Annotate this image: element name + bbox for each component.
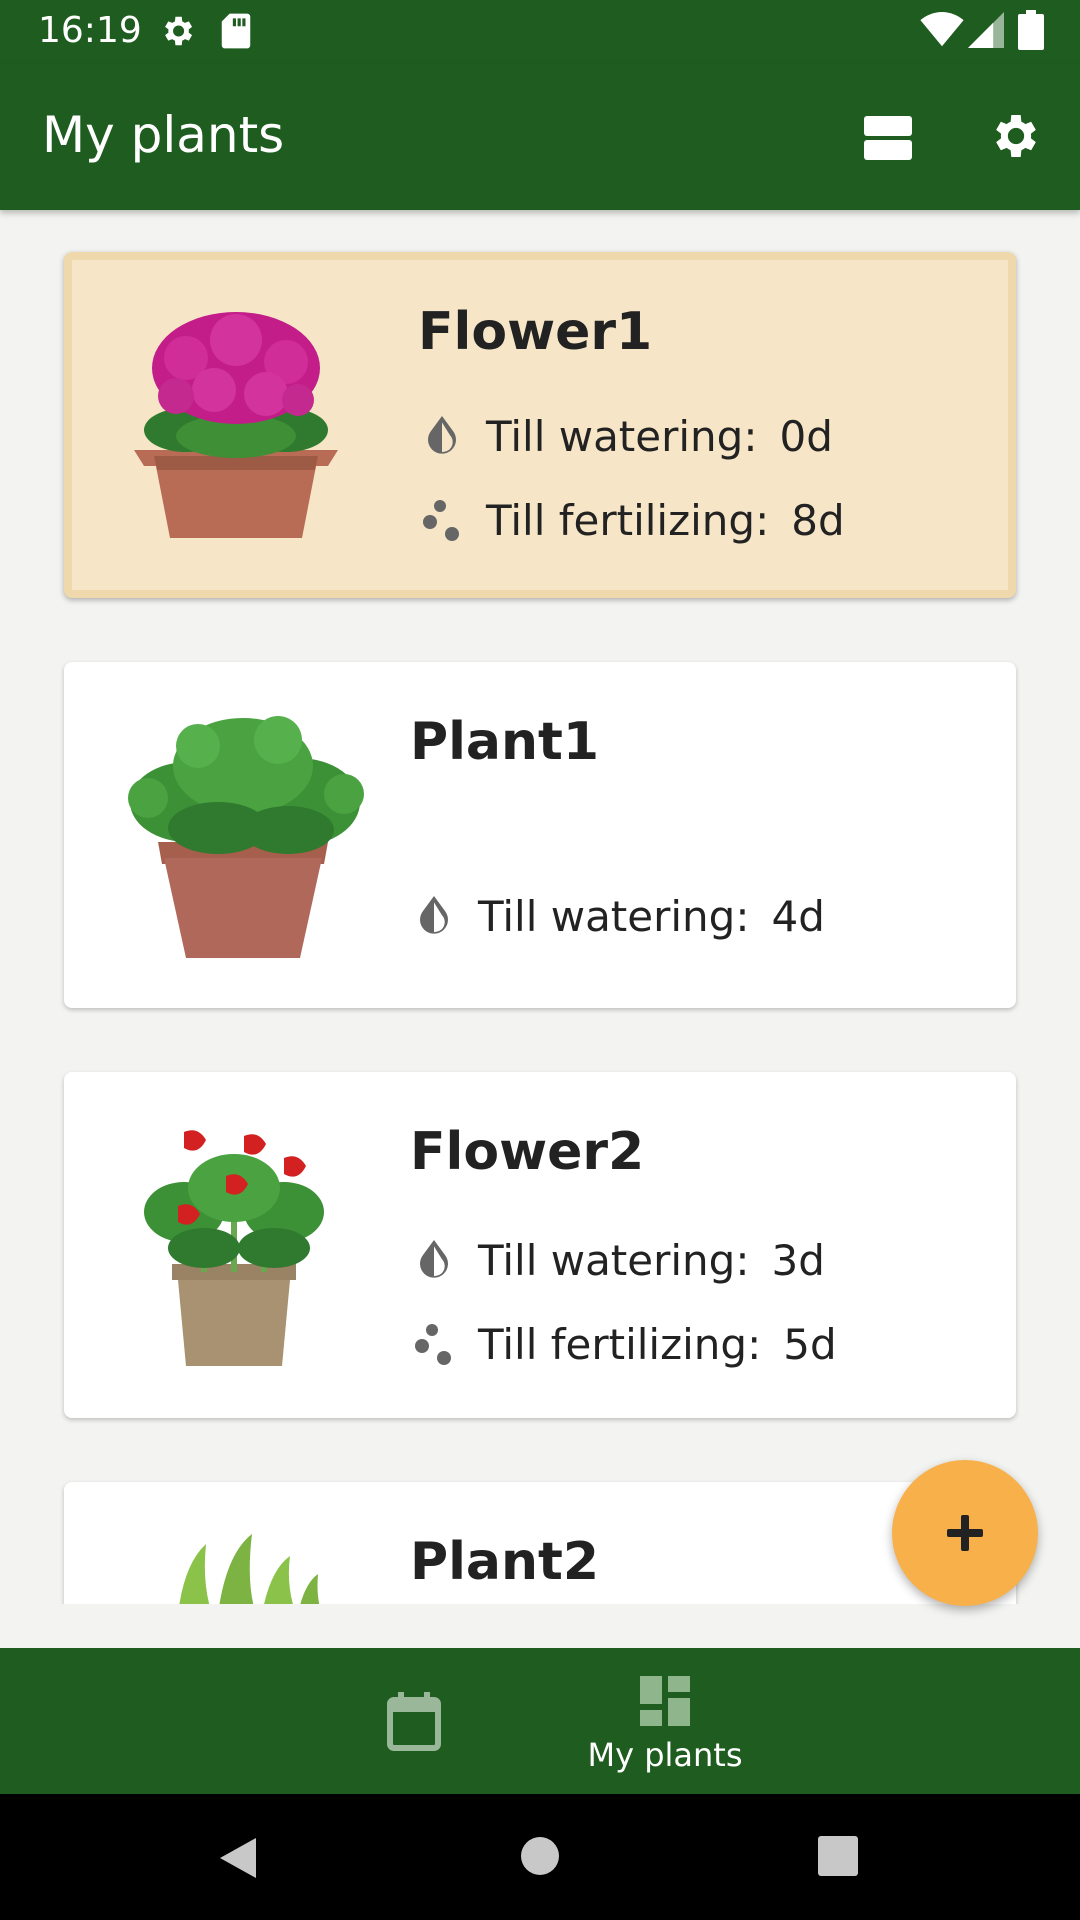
fertilizing-label: Till fertilizing: xyxy=(478,1319,762,1369)
nav-my-plants-label: My plants xyxy=(587,1736,743,1774)
nav-my-plants[interactable]: My plants xyxy=(580,1648,750,1794)
bottom-navigation: My plants xyxy=(0,1648,1080,1794)
fertilizing-row: Till fertilizing: 5d xyxy=(410,1316,837,1372)
plant-card-plant2[interactable]: Plant2 xyxy=(64,1482,1016,1604)
add-plant-button[interactable] xyxy=(892,1460,1038,1606)
status-bar: 16:19 xyxy=(0,0,1080,64)
plant-name: Flower2 xyxy=(410,1122,645,1182)
plant-card-flower2[interactable]: Flower2 Till watering: 3d Till fertilizi… xyxy=(64,1072,1016,1418)
water-drop-icon xyxy=(428,416,456,454)
plus-icon xyxy=(947,1515,983,1551)
plant-card-flower1[interactable]: Flower1 Till watering: 0d Till fertilizi… xyxy=(64,252,1016,598)
plant-list[interactable]: Flower1 Till watering: 0d Till fertilizi… xyxy=(0,210,1080,1604)
wifi-icon xyxy=(920,12,964,47)
fertilizing-label: Till fertilizing: xyxy=(486,495,770,545)
pink-flower-image xyxy=(134,312,338,538)
watering-value: 0d xyxy=(779,411,833,461)
page-title: My plants xyxy=(42,106,285,164)
watering-value: 3d xyxy=(771,1235,825,1285)
watering-row: Till watering: 0d xyxy=(418,408,833,464)
signal-icon xyxy=(968,12,1004,48)
status-time: 16:19 xyxy=(38,10,142,51)
water-drop-icon xyxy=(420,1240,448,1278)
fertilizing-row: Till fertilizing: 8d xyxy=(418,492,845,548)
settings-icon[interactable] xyxy=(988,108,1044,164)
system-navigation-bar xyxy=(0,1794,1080,1920)
app-bar: My plants xyxy=(0,64,1080,210)
watering-value: 4d xyxy=(771,891,825,941)
plant-name: Flower1 xyxy=(418,302,653,362)
calendar-icon xyxy=(387,1692,441,1751)
watering-label: Till watering: xyxy=(486,411,758,461)
view-toggle-icon[interactable] xyxy=(860,110,916,166)
plant-name: Plant1 xyxy=(410,712,600,772)
red-flower-image xyxy=(144,1130,324,1366)
watering-row: Till watering: 3d xyxy=(410,1232,825,1288)
recents-icon[interactable] xyxy=(818,1836,858,1876)
plant-name: Plant2 xyxy=(410,1532,600,1592)
water-drop-icon xyxy=(420,896,448,934)
fertilizer-icon xyxy=(423,500,459,541)
fertilizer-icon xyxy=(415,1324,451,1365)
snake-plant-image xyxy=(179,1534,320,1604)
plant-card-plant1[interactable]: Plant1 Till watering: 4d xyxy=(64,662,1016,1008)
dashboard-icon xyxy=(640,1676,690,1726)
nav-calendar[interactable] xyxy=(330,1648,490,1794)
home-icon[interactable] xyxy=(520,1836,560,1876)
gear-icon xyxy=(165,16,193,46)
battery-icon xyxy=(1018,10,1044,50)
back-icon[interactable] xyxy=(216,1834,260,1882)
green-plant-image xyxy=(128,716,364,958)
fertilizing-value: 8d xyxy=(791,495,845,545)
fertilizing-value: 5d xyxy=(783,1319,837,1369)
sd-card-icon xyxy=(221,13,251,49)
watering-label: Till watering: xyxy=(478,1235,750,1285)
watering-row: Till watering: 4d xyxy=(410,888,825,944)
watering-label: Till watering: xyxy=(478,891,750,941)
